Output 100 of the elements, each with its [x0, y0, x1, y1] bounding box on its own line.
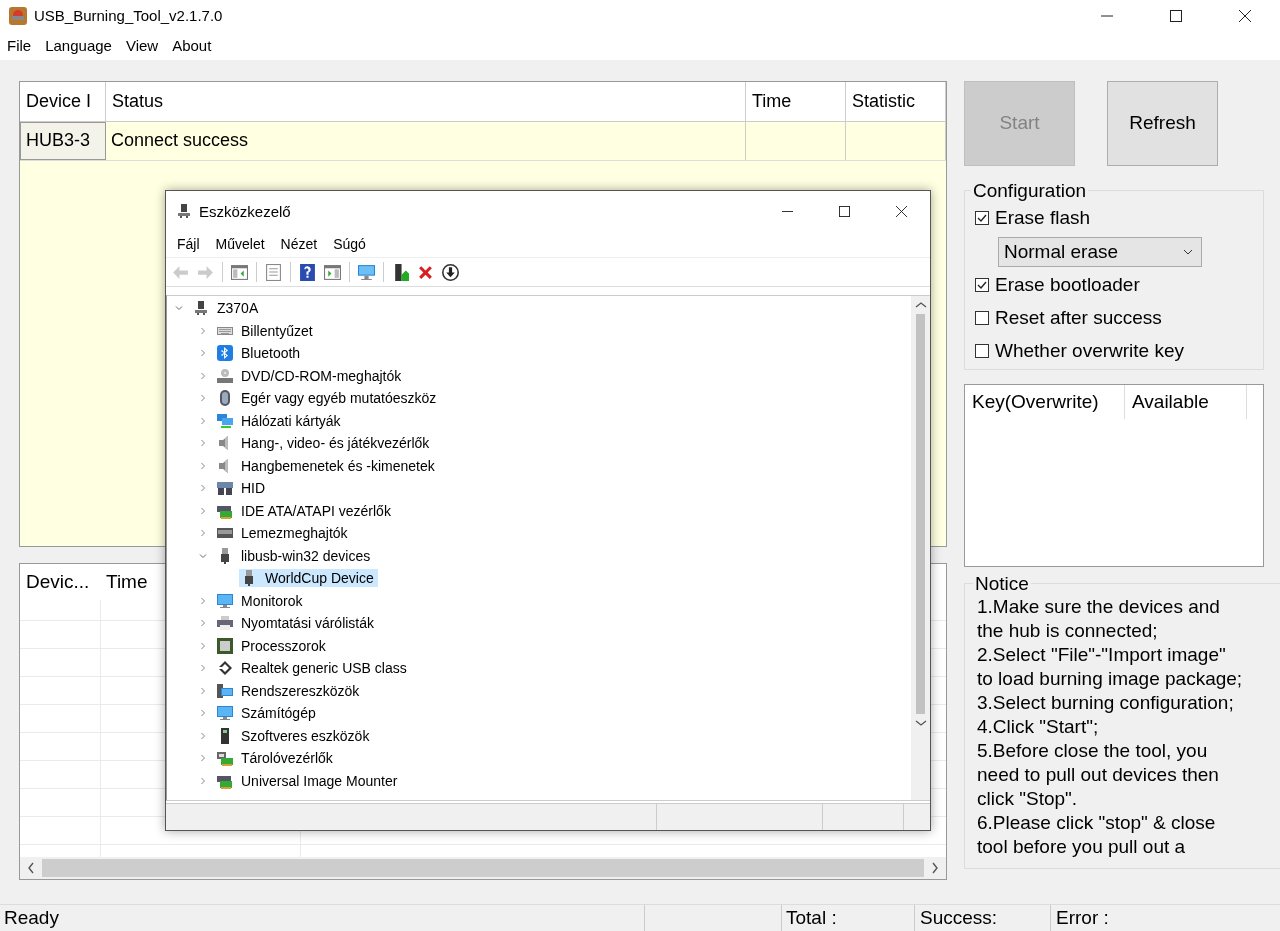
chevron-icon[interactable]: [199, 731, 207, 740]
chevron-icon[interactable]: [199, 754, 207, 763]
update-driver-icon[interactable]: [392, 263, 409, 281]
menu-item[interactable]: Súgó: [333, 236, 366, 252]
action-button[interactable]: Refresh: [1107, 80, 1218, 166]
checkbox[interactable]: [975, 311, 989, 326]
tree-item[interactable]: Bluetooth: [215, 344, 305, 363]
tree-item[interactable]: Realtek generic USB class: [215, 659, 411, 678]
scan-monitor-icon[interactable]: [358, 263, 375, 281]
chevron-icon[interactable]: [199, 416, 207, 425]
horizontal-scrollbar[interactable]: [20, 856, 946, 879]
checkbox-label[interactable]: Reset after success: [995, 307, 1162, 330]
chevron-icon[interactable]: [199, 776, 207, 785]
tree-item[interactable]: Szoftveres eszközök: [215, 726, 374, 745]
tree-item[interactable]: libusb-win32 devices: [215, 546, 375, 565]
mouse-icon: [217, 390, 233, 407]
tree-item[interactable]: Billentyűzet: [215, 321, 317, 340]
chevron-icon[interactable]: [175, 304, 183, 313]
chevron-icon[interactable]: [199, 641, 207, 650]
chevron-icon[interactable]: [199, 709, 207, 718]
tree-item[interactable]: Hálózati kártyák: [215, 411, 345, 430]
menu-item[interactable]: Fájl: [177, 236, 200, 252]
tree-item[interactable]: Lemezmeghajtók: [215, 524, 352, 543]
chevron-icon[interactable]: [199, 596, 207, 605]
checkbox[interactable]: [975, 278, 989, 293]
menu-item[interactable]: Language: [45, 37, 112, 55]
chip-icon: [217, 637, 233, 654]
column-header[interactable]: Device I: [20, 81, 106, 121]
checkbox-label[interactable]: Erase bootloader: [995, 274, 1140, 297]
scroll-left-icon[interactable]: [27, 861, 35, 874]
table-cell: HUB3-3: [20, 121, 106, 160]
chevron-icon[interactable]: [199, 686, 207, 695]
scroll-down-icon[interactable]: [914, 719, 927, 727]
menu-item[interactable]: Nézet: [280, 236, 318, 252]
column-header[interactable]: Key(Overwrite): [965, 384, 1125, 419]
tree-item[interactable]: WorldCup Device: [239, 569, 378, 588]
checkbox[interactable]: [975, 211, 989, 226]
chevron-icon[interactable]: [199, 529, 207, 538]
tree-item[interactable]: Hang-, video- és játékvezérlők: [215, 434, 434, 453]
close-icon[interactable]: [896, 205, 907, 217]
chevron-icon: [217, 660, 233, 677]
chevron-icon[interactable]: [199, 394, 207, 403]
tree-item[interactable]: Nyomtatási várólisták: [215, 614, 379, 633]
chevron-icon[interactable]: [199, 439, 207, 448]
close-icon[interactable]: [1239, 10, 1251, 22]
help-icon[interactable]: [299, 263, 316, 281]
maximize-icon[interactable]: [839, 205, 850, 217]
chevron-icon[interactable]: [199, 506, 207, 515]
properties-icon[interactable]: [265, 263, 282, 281]
chevron-icon[interactable]: [199, 551, 207, 560]
column-header[interactable]: Time: [746, 81, 846, 121]
chevron-icon[interactable]: [199, 619, 207, 628]
storage-icon: [217, 750, 233, 767]
menu-item[interactable]: Művelet: [215, 236, 265, 252]
status-text: Total :: [781, 905, 915, 931]
tree-item[interactable]: Monitorok: [215, 591, 307, 610]
table-cell: Connect success: [106, 121, 746, 160]
tree-item[interactable]: Egér vagy egyéb mutatóeszköz: [215, 389, 441, 408]
chevron-icon[interactable]: [199, 484, 207, 493]
tree-item[interactable]: Z370A: [191, 299, 263, 318]
chevron-icon[interactable]: [199, 349, 207, 358]
tree-item[interactable]: Hangbemenetek és -kimenetek: [215, 456, 439, 475]
status-text: Ready: [0, 905, 645, 931]
chevron-icon[interactable]: [199, 371, 207, 380]
monitor-icon: [217, 592, 233, 609]
checkbox-label[interactable]: Whether overwrite key: [995, 340, 1184, 363]
tree-item[interactable]: IDE ATA/ATAPI vezérlők: [215, 501, 395, 520]
column-header[interactable]: Available: [1125, 384, 1247, 419]
tree-item[interactable]: Rendszereszközök: [215, 681, 364, 700]
tree-item[interactable]: Számítógép: [215, 704, 320, 723]
group-title: Configuration: [972, 179, 1088, 202]
maximize-icon[interactable]: [1170, 10, 1182, 22]
menu-item[interactable]: About: [172, 37, 212, 55]
column-header[interactable]: Statistic: [846, 81, 946, 121]
chevron-icon[interactable]: [199, 326, 207, 335]
action-pane-icon[interactable]: [324, 263, 341, 281]
menu-item[interactable]: View: [125, 37, 159, 55]
scroll-right-icon[interactable]: [931, 861, 939, 874]
erase-mode-dropdown[interactable]: Normal erase: [998, 236, 1202, 267]
chevron-icon[interactable]: [199, 461, 207, 470]
checkbox-label[interactable]: Erase flash: [995, 207, 1091, 230]
tree-pane-icon[interactable]: [231, 263, 248, 281]
printer-icon: [217, 615, 233, 632]
menu-item[interactable]: File: [7, 37, 32, 55]
column-header[interactable]: Status: [106, 81, 746, 121]
network-icon: [217, 412, 233, 429]
scroll-up-icon[interactable]: [914, 301, 927, 309]
computer-icon: [176, 203, 192, 219]
tree-item[interactable]: Processzorok: [215, 636, 330, 655]
download-icon[interactable]: [442, 263, 459, 281]
column-header[interactable]: Devic...: [20, 563, 100, 600]
chevron-icon[interactable]: [199, 664, 207, 673]
disc-drive-icon: [217, 367, 233, 384]
checkbox[interactable]: [975, 344, 989, 359]
tree-item[interactable]: Universal Image Mounter: [215, 771, 402, 790]
tree-item[interactable]: DVD/CD-ROM-meghajtók: [215, 366, 406, 385]
tree-item[interactable]: Tárolóvezérlők: [215, 749, 337, 768]
tree-item[interactable]: HID: [215, 479, 270, 498]
column-header[interactable]: Time: [100, 563, 154, 600]
vertical-scrollbar[interactable]: [911, 296, 930, 800]
